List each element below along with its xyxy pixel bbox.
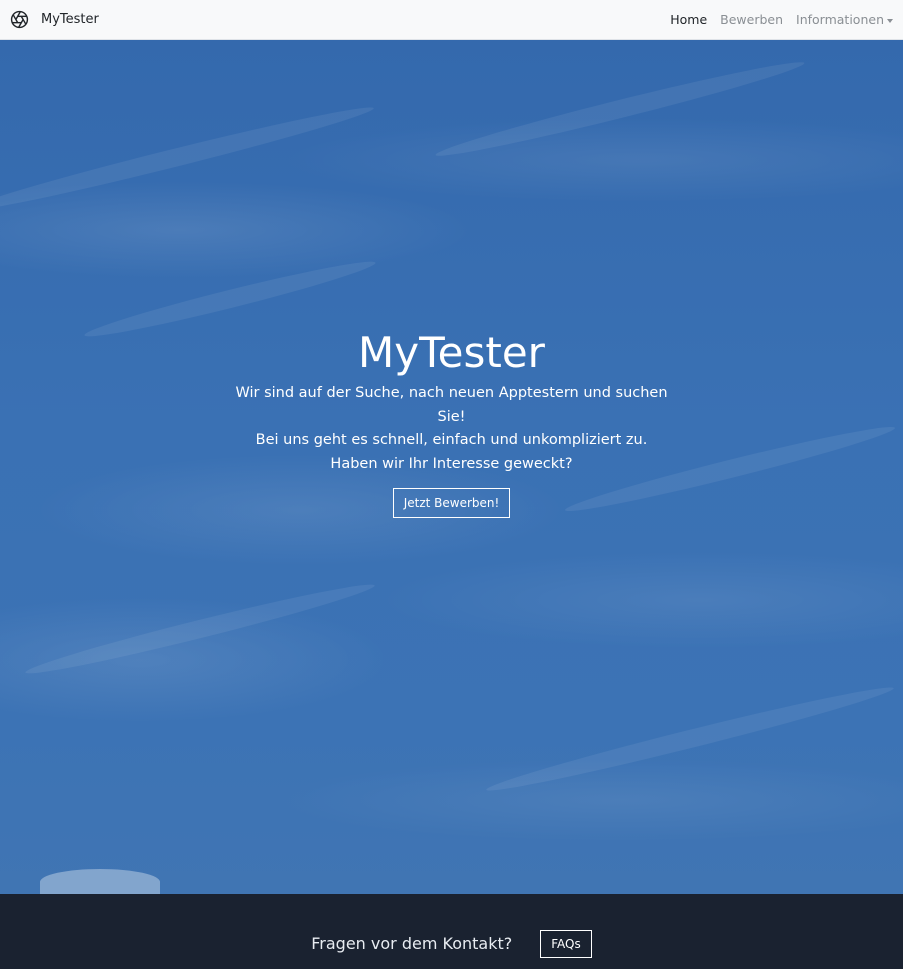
footer-content: Fragen vor dem Kontakt? FAQs xyxy=(311,929,592,958)
hero-description: Wir sind auf der Suche, nach neuen Appte… xyxy=(232,382,672,476)
hero-line-1: Wir sind auf der Suche, nach neuen Appte… xyxy=(235,385,668,425)
hero-content: MyTester Wir sind auf der Suche, nach ne… xyxy=(0,326,903,518)
cloud-streak xyxy=(433,54,807,164)
footer-bar: Fragen vor dem Kontakt? FAQs xyxy=(0,894,903,969)
nav-home[interactable]: Home xyxy=(670,12,707,27)
brand-name: MyTester xyxy=(41,12,99,27)
hero-title: MyTester xyxy=(358,328,545,377)
faq-button[interactable]: FAQs xyxy=(540,929,592,958)
cloud-streak xyxy=(0,99,376,219)
cloud xyxy=(40,869,160,895)
cloud-streak xyxy=(484,679,896,799)
brand-link[interactable]: MyTester xyxy=(10,10,99,29)
aperture-icon xyxy=(10,10,29,29)
apply-now-button[interactable]: Jetzt Bewerben! xyxy=(392,488,511,518)
nav-links: Home Bewerben Informationen xyxy=(670,12,893,27)
cloud-streak xyxy=(23,576,377,682)
caret-down-icon xyxy=(887,18,893,23)
hero-section: MyTester Wir sind auf der Suche, nach ne… xyxy=(0,40,903,895)
nav-bewerben[interactable]: Bewerben xyxy=(720,12,783,27)
hero-line-3: Haben wir Ihr Interesse geweckt? xyxy=(330,455,573,472)
nav-informationen-label: Informationen xyxy=(796,12,884,27)
footer-question: Fragen vor dem Kontakt? xyxy=(311,934,513,953)
hero-line-2: Bei uns geht es schnell, einfach und unk… xyxy=(255,432,648,448)
nav-informationen-dropdown[interactable]: Informationen xyxy=(796,12,893,27)
navbar: MyTester Home Bewerben Informationen xyxy=(0,0,903,40)
